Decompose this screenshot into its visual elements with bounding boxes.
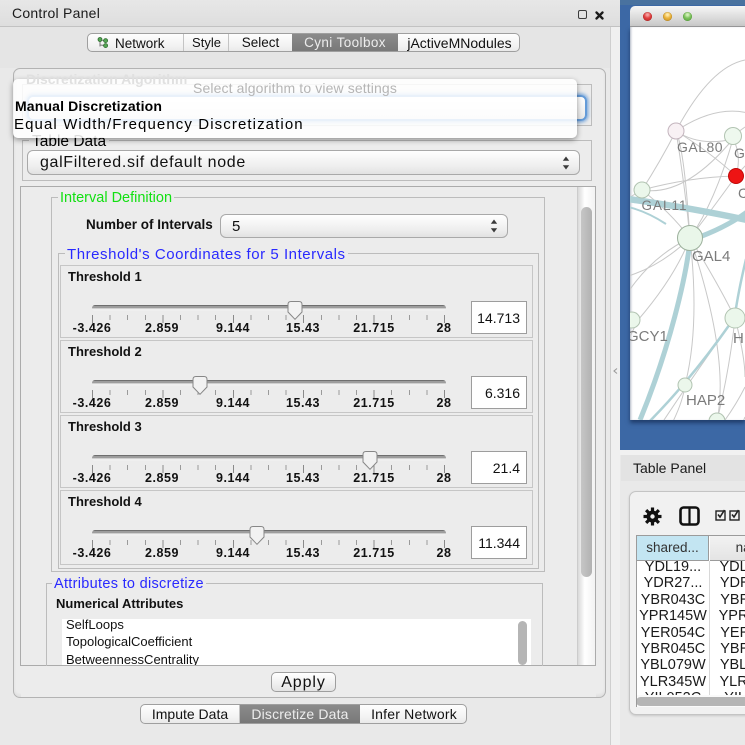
svg-text:H: H (733, 330, 744, 347)
svg-text:GAL11: GAL11 (642, 198, 688, 213)
svg-text:HAP2: HAP2 (686, 392, 725, 409)
svg-text:GCY1: GCY1 (630, 328, 668, 345)
svg-text:GAL4: GAL4 (692, 248, 730, 265)
svg-text:GAL80: GAL80 (677, 139, 723, 155)
svg-text:C: C (738, 185, 745, 201)
svg-text:GA: GA (734, 145, 745, 161)
